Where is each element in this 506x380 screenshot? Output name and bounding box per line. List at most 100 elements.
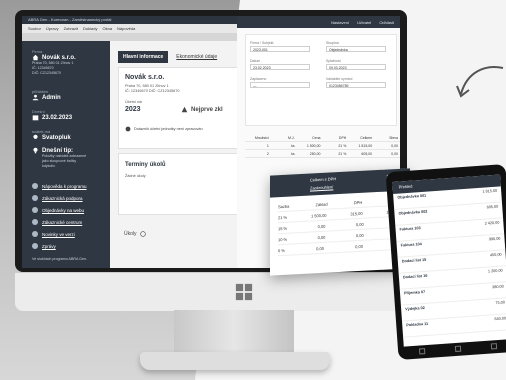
company-card: Novák s.r.o. Praha 70, 580 01 Zlínov 1 I…	[118, 67, 239, 149]
table-cell: 1	[266, 143, 269, 148]
list-item-value: 1 200,00	[487, 268, 503, 274]
order-form: Firma / Subjekt 2023-001 Skupina Objedná…	[245, 34, 397, 126]
nav-user[interactable]: Uživatel	[357, 20, 371, 25]
menu-item[interactable]: Nápověda	[117, 24, 135, 33]
vat-grid-cell: 0 %	[278, 247, 285, 253]
question-icon	[32, 183, 38, 189]
date-block: Dnešní 23.02.2023	[32, 109, 72, 121]
tip-block: Dnešní tip: Položky nabídek zobrazené ja…	[32, 147, 86, 169]
table-cell: DPH	[338, 135, 347, 140]
tab-economic[interactable]: Ekonomické údaje	[174, 51, 219, 63]
field-due[interactable]: 09.03.2023	[326, 64, 386, 70]
tab-main-info[interactable]: Hlavní informace	[118, 51, 169, 63]
link-center[interactable]: Zákaznické centrum	[32, 219, 82, 225]
date-value: 23.02.2023	[32, 114, 72, 121]
warning-row[interactable]: Nejprve zkl	[181, 106, 223, 113]
menu-item[interactable]: Zobrazit	[64, 24, 78, 33]
pin-icon	[33, 134, 38, 139]
vat-grid-cell: 1 500,00	[310, 212, 327, 219]
period-value: 2023	[125, 106, 141, 113]
label-paid: Zaplaceno	[250, 77, 267, 81]
clock-icon	[139, 231, 146, 237]
link-news-text: Novinky ve verzi	[42, 231, 75, 237]
holiday-value: Svatopluk	[32, 134, 71, 141]
menu-item[interactable]: Doklady	[83, 24, 97, 33]
label-group: Skupina	[326, 41, 339, 45]
company-name: Novák s.r.o.	[125, 74, 165, 81]
holiday-block: svátek má Svatopluk	[32, 129, 71, 141]
list-item-name: Dodací list 16	[402, 273, 428, 280]
list-item-name: Faktura 104	[400, 242, 422, 248]
link-orders[interactable]: Objednávky na webu	[32, 207, 84, 213]
link-messages-text: Zprávy	[42, 243, 56, 249]
firm-name[interactable]: Novák s.r.o.	[32, 54, 76, 61]
field-paid[interactable]: —	[250, 82, 310, 88]
table-cell: ks	[291, 143, 295, 148]
list-item-name: Objednávka 001	[397, 193, 427, 200]
list-item-name: Objednávka 002	[398, 209, 428, 216]
field-group[interactable]: Objednávka	[326, 46, 386, 52]
lightbulb-icon	[33, 147, 38, 154]
vat-grid-cell: 0,00	[355, 243, 363, 249]
curved-arrow-icon	[456, 66, 504, 98]
table-header: Množství M.J. Cena DPH Celkem Sleva	[245, 134, 400, 142]
tablet-screen: Přehled Objednávka 001 1 815,00 Objednávka…	[392, 174, 506, 347]
user-name[interactable]: Admin	[32, 94, 61, 101]
label-vs: Variabilní symbol	[326, 77, 353, 81]
info-icon	[125, 126, 131, 132]
link-help[interactable]: Nápověda k programu	[32, 183, 87, 189]
cart-icon	[32, 207, 38, 213]
head-line-2[interactable]: Zaokrouhlení	[310, 184, 333, 190]
vat-grid-cell: 0,00	[317, 234, 326, 240]
link-news[interactable]: Novinky ve verzi	[32, 231, 75, 237]
table-cell: 21 %	[338, 143, 347, 148]
table-cell: 2	[266, 151, 269, 156]
nav-settings[interactable]: Nastavení	[331, 20, 349, 25]
table-row[interactable]: 1 ks 1 500,00 21 % 1 815,00 0,00	[245, 142, 400, 150]
user-block: přihlášen Admin	[32, 89, 61, 101]
person-icon	[32, 219, 38, 225]
field-date[interactable]: 23.02.2023	[250, 64, 310, 70]
table-cell: Množství	[254, 135, 269, 140]
items-table: Množství M.J. Cena DPH Celkem Sleva 1 ks 1 500,0…	[245, 134, 400, 158]
vat-grid-cell: 0,00	[316, 245, 324, 251]
tasks-card: Termíny úkolů Žádné úkoly	[118, 153, 239, 215]
table-cell: 21 %	[338, 151, 347, 156]
date-value-text: 23.02.2023	[42, 114, 73, 121]
vat-grid-cell: 0,00	[317, 223, 326, 229]
monitor-stand-neck	[174, 310, 294, 356]
vat-grid-cell: 0,00	[355, 232, 364, 238]
link-messages[interactable]: Zprávy	[32, 243, 56, 249]
monitor-chin	[15, 272, 407, 311]
link-support[interactable]: Zákaznická podpora	[32, 195, 83, 201]
table-row[interactable]: 2 ks 250,00 21 % 605,00 0,00	[245, 150, 400, 158]
tip-title: Dnešní tip:	[32, 147, 86, 154]
nav-logout[interactable]: Odhlásit	[379, 20, 394, 25]
tasks-empty: Žádné úkoly	[125, 174, 146, 178]
recent-apps-icon[interactable]	[490, 343, 498, 350]
table-cell: ks	[291, 151, 295, 156]
menu-item[interactable]: Úpravy	[46, 24, 59, 33]
star-icon	[32, 231, 38, 237]
period-label: Účetní rok	[125, 100, 143, 104]
menu-item[interactable]: Soubor	[28, 24, 41, 33]
home-button-icon[interactable]	[454, 345, 462, 352]
tasks-footer[interactable]: Úkoly	[124, 231, 146, 237]
list-item-value: 605,00	[486, 204, 499, 210]
link-center-text: Zákaznické centrum	[42, 219, 83, 225]
field-firm[interactable]: 2023-001	[250, 46, 310, 52]
sidebar: Firma Novák s.r.o. Praha 70, 580 01 Zlín…	[22, 41, 110, 268]
vat-grid-cell: 21 %	[278, 214, 288, 220]
label-date: Datum	[250, 59, 261, 63]
menu-item[interactable]: Okna	[102, 24, 112, 33]
list-item-name: Příjemka 07	[403, 289, 426, 296]
label-due: Splatnost	[326, 59, 341, 63]
tab-bar: Hlavní informace Ekonomické údaje	[118, 51, 219, 63]
vat-grid-cell: 10 %	[278, 236, 288, 242]
sidebar-footer: Ve službách programu ABRA Gen.	[32, 257, 87, 261]
field-vs[interactable]: 0123456789	[326, 82, 386, 88]
back-icon[interactable]	[418, 348, 426, 355]
table-cell: 0,00	[391, 151, 398, 156]
list-item-value: 640,00	[494, 316, 506, 322]
label-firm: Firma / Subjekt	[250, 41, 274, 45]
